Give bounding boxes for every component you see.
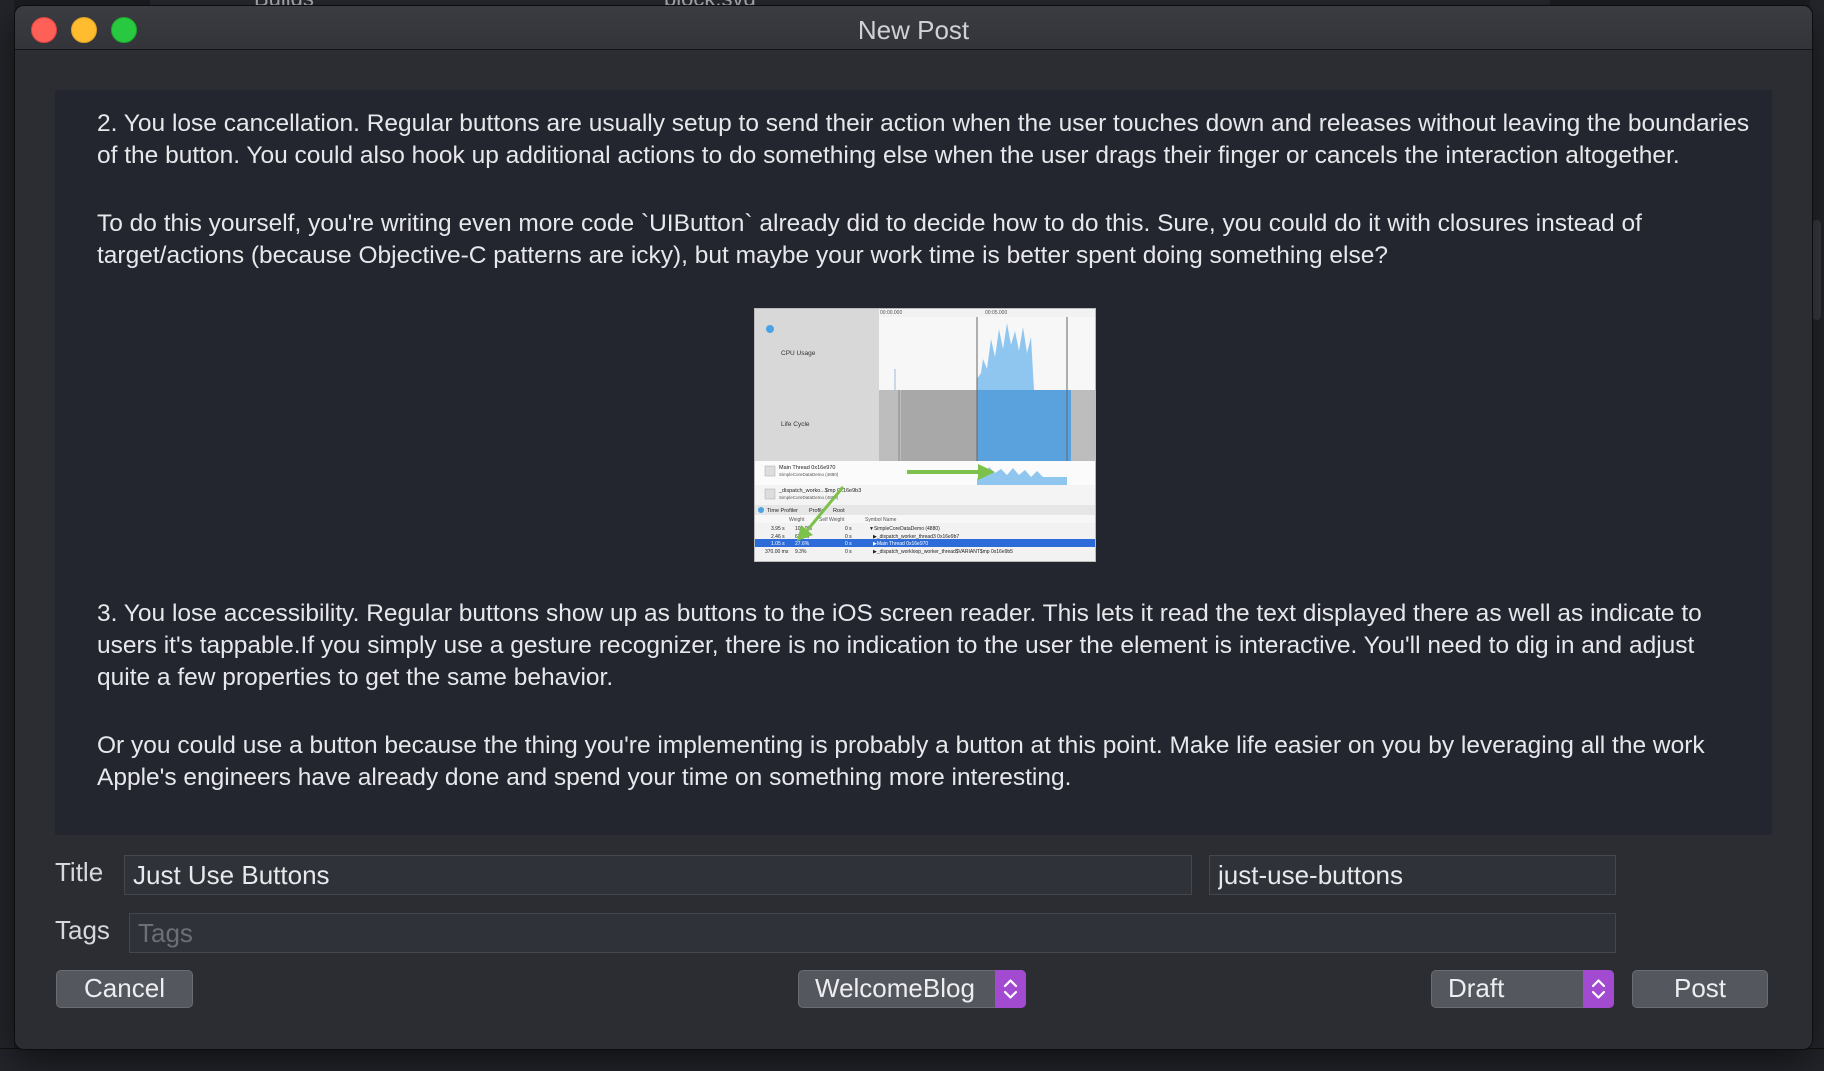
svg-text:▶_dispatch_worker_thread3 0x16: ▶_dispatch_worker_thread3 0x16e9b7 xyxy=(873,534,959,540)
svg-text:9.3%: 9.3% xyxy=(795,549,807,555)
blog-select-chevrons-icon xyxy=(995,970,1026,1008)
new-post-window: New Post 2. You lose cancellation. Regul… xyxy=(14,5,1813,1050)
figure-label-cpu: CPU Usage xyxy=(781,350,816,357)
status-select-chevrons-icon xyxy=(1583,970,1614,1008)
status-select[interactable]: Draft xyxy=(1431,970,1614,1008)
body-paragraph: Or you could use a button because the th… xyxy=(97,732,1705,791)
svg-text:370.00 ms: 370.00 ms xyxy=(765,549,789,555)
blog-select[interactable]: WelcomeBlog xyxy=(798,970,1026,1008)
cancel-button[interactable]: Cancel xyxy=(56,970,193,1008)
instruments-screenshot-drawing: CPU Usage Life Cycle 00:00.000 00:05.000 xyxy=(755,309,1095,561)
background-bottom-strip xyxy=(0,1048,1824,1071)
svg-text:00:00.000: 00:00.000 xyxy=(880,310,902,316)
svg-text:0 s: 0 s xyxy=(845,549,852,555)
svg-text:2.46 s: 2.46 s xyxy=(771,534,785,540)
post-body-editor[interactable]: 2. You lose cancellation. Regular button… xyxy=(55,90,1772,835)
tags-input[interactable] xyxy=(129,913,1616,953)
svg-text:_dispatch_worko...$mp 0x16e9b3: _dispatch_worko...$mp 0x16e9b3 xyxy=(778,488,861,494)
svg-text:00:05.000: 00:05.000 xyxy=(985,310,1007,316)
figure-label-lifecycle: Life Cycle xyxy=(781,421,810,428)
window-title: New Post xyxy=(857,15,970,45)
svg-text:Main Thread 0x16e970: Main Thread 0x16e970 xyxy=(779,465,835,471)
body-paragraph: 3. You lose accessibility. Regular butto… xyxy=(97,600,1702,691)
svg-text:SimpleCoreDataDemo (4880): SimpleCoreDataDemo (4880) xyxy=(779,472,839,477)
status-select-value: Draft xyxy=(1448,973,1505,1003)
svg-text:▶Main Thread 0x16e970: ▶Main Thread 0x16e970 xyxy=(873,541,928,547)
title-input[interactable] xyxy=(124,855,1192,895)
svg-text:0 s: 0 s xyxy=(845,526,852,532)
svg-text:▼SimpleCoreDataDemo (4880): ▼SimpleCoreDataDemo (4880) xyxy=(869,526,940,532)
svg-text:27.6%: 27.6% xyxy=(795,541,810,547)
svg-text:▶_dispatch_workloop_worker_thr: ▶_dispatch_workloop_worker_thread$VARIAN… xyxy=(873,549,1013,555)
title-bar[interactable]: New Post xyxy=(15,6,1812,50)
svg-text:Self Weight: Self Weight xyxy=(819,517,845,523)
svg-text:SimpleCoreDataDemo (4880): SimpleCoreDataDemo (4880) xyxy=(779,495,839,500)
body-paragraph: To do this yourself, you're writing even… xyxy=(97,210,1642,269)
svg-text:Time Profiler: Time Profiler xyxy=(767,508,798,514)
background-left-edge xyxy=(0,0,14,1070)
slug-input[interactable] xyxy=(1209,855,1616,895)
svg-text:0 s: 0 s xyxy=(845,534,852,540)
svg-text:1.05 s: 1.05 s xyxy=(771,541,785,547)
post-button[interactable]: Post xyxy=(1632,970,1768,1008)
blog-select-value: WelcomeBlog xyxy=(815,973,975,1003)
background-scroll-thumb[interactable] xyxy=(1812,220,1821,320)
svg-text:0 s: 0 s xyxy=(845,541,852,547)
instruments-screenshot-image: CPU Usage Life Cycle 00:00.000 00:05.000 xyxy=(754,308,1096,562)
figure-container: CPU Usage Life Cycle 00:00.000 00:05.000 xyxy=(97,308,1750,562)
title-label: Title xyxy=(55,857,104,887)
svg-text:Root: Root xyxy=(833,508,845,514)
svg-text:Weight: Weight xyxy=(789,517,805,523)
svg-text:Symbol Name: Symbol Name xyxy=(865,517,897,523)
svg-text:3.95 s: 3.95 s xyxy=(771,526,785,532)
body-paragraph: 2. You lose cancellation. Regular button… xyxy=(97,110,1750,169)
tags-label: Tags xyxy=(55,915,110,945)
